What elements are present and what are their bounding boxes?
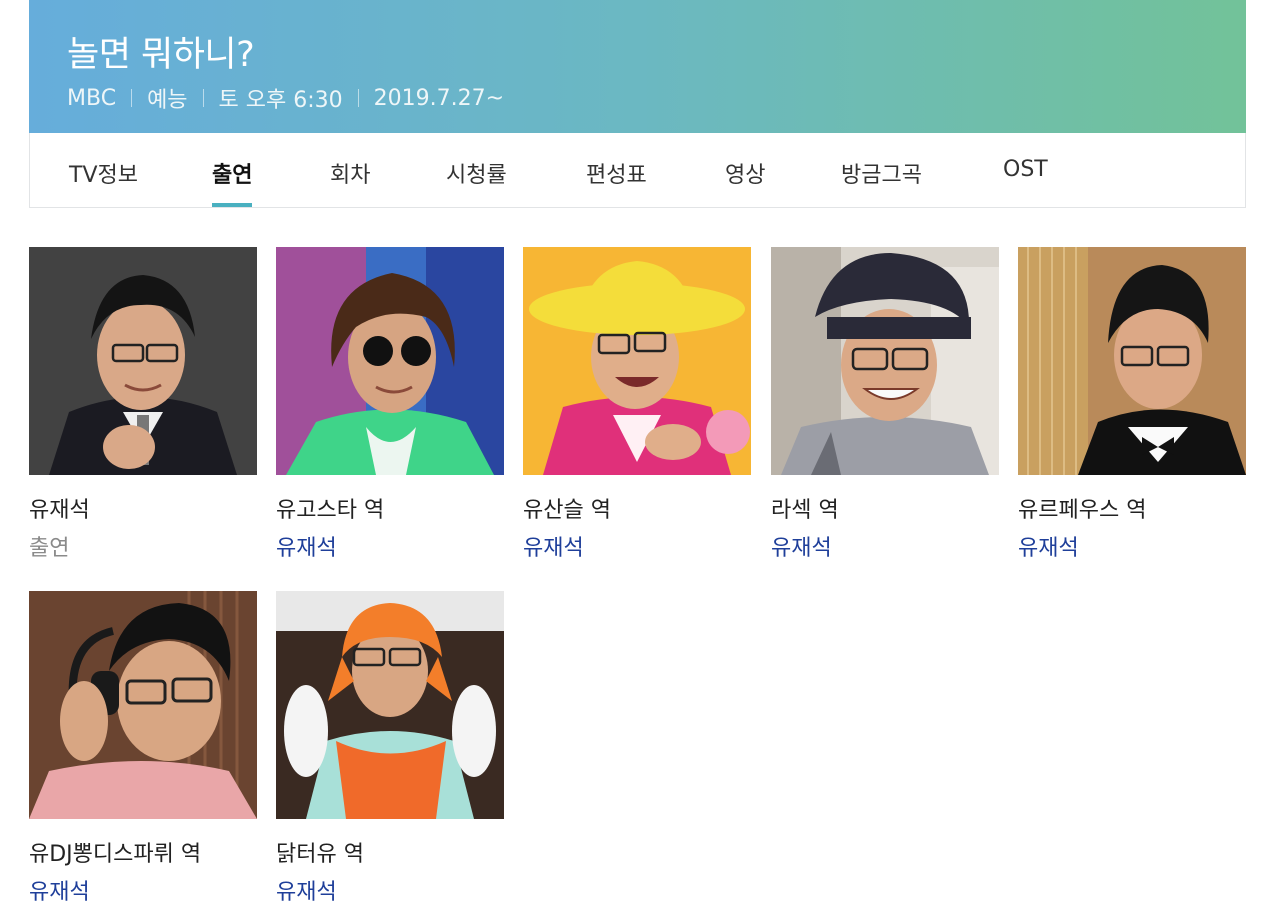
cast-photo[interactable] <box>771 247 999 475</box>
cast-photo[interactable] <box>276 247 504 475</box>
tab-tv-info[interactable]: TV정보 <box>69 157 138 189</box>
tab-cast[interactable]: 출연 <box>212 157 253 207</box>
cast-card: 유재석 출연 <box>29 247 257 561</box>
airtime: 토 오후 6:30 <box>218 88 343 113</box>
broadcaster: MBC <box>67 85 117 111</box>
program-meta: MBC 예능 토 오후 6:30 2019.7.27~ <box>67 82 504 114</box>
genre: 예능 <box>147 88 188 113</box>
tab-ost[interactable]: OST <box>1003 157 1048 182</box>
role-name: 유DJ뽕디스파뤼 역 <box>29 842 202 867</box>
role-name: 라섹 역 <box>771 498 839 523</box>
meta-divider <box>131 89 133 107</box>
tab-bar: TV정보 출연 회차 시청률 편성표 영상 방금그곡 OST <box>29 133 1246 208</box>
tab-ratings[interactable]: 시청률 <box>446 157 507 189</box>
tab-label: 회차 <box>330 163 371 188</box>
role-name: 닭터유 역 <box>276 842 364 867</box>
tab-label: OST <box>1003 157 1048 182</box>
tab-song-search[interactable]: 방금그곡 <box>841 157 922 189</box>
cast-card: 유DJ뽕디스파뤼 역 유재석 <box>29 591 257 904</box>
cast-card: 유고스타 역 유재석 <box>276 247 504 561</box>
actor-link[interactable]: 유재석 <box>523 530 584 562</box>
cast-photo[interactable] <box>276 591 504 819</box>
tab-label: 영상 <box>725 163 766 188</box>
cast-photo[interactable] <box>29 591 257 819</box>
cast-card: 라섹 역 유재석 <box>771 247 999 561</box>
tab-label: 출연 <box>212 163 253 188</box>
role-name: 유재석 <box>29 498 90 523</box>
tab-label: TV정보 <box>69 163 138 188</box>
actor-link[interactable]: 유재석 <box>771 530 832 562</box>
cast-card: 유르페우스 역 유재석 <box>1018 247 1246 561</box>
role-name: 유산슬 역 <box>523 498 611 523</box>
cast-photo[interactable] <box>1018 247 1246 475</box>
meta-divider <box>357 89 359 107</box>
actor-link[interactable]: 유재석 <box>29 874 90 904</box>
actor-link[interactable]: 유재석 <box>276 874 337 904</box>
actor-link[interactable]: 유재석 <box>276 530 337 562</box>
cast-card: 유산슬 역 유재석 <box>523 247 751 561</box>
tab-video[interactable]: 영상 <box>725 157 765 189</box>
program-title[interactable]: 놀면 뭐하니? <box>67 26 255 77</box>
role-name: 유고스타 역 <box>276 498 385 523</box>
cast-card: 닭터유 역 유재석 <box>276 591 504 904</box>
active-tab-indicator <box>212 203 253 207</box>
program-header: 놀면 뭐하니? MBC 예능 토 오후 6:30 2019.7.27~ <box>29 0 1246 133</box>
actor-label: 출연 <box>29 536 70 561</box>
cast-photo[interactable] <box>523 247 751 475</box>
premiere-date: 2019.7.27~ <box>373 85 505 111</box>
tab-label: 시청률 <box>446 163 507 188</box>
role-name: 유르페우스 역 <box>1018 498 1147 523</box>
tab-episodes[interactable]: 회차 <box>330 157 370 189</box>
actor-link[interactable]: 유재석 <box>1018 530 1079 562</box>
cast-photo[interactable] <box>29 247 257 475</box>
tab-label: 편성표 <box>586 163 647 188</box>
tab-schedule[interactable]: 편성표 <box>586 157 647 189</box>
tab-label: 방금그곡 <box>841 163 922 188</box>
meta-divider <box>202 89 204 107</box>
